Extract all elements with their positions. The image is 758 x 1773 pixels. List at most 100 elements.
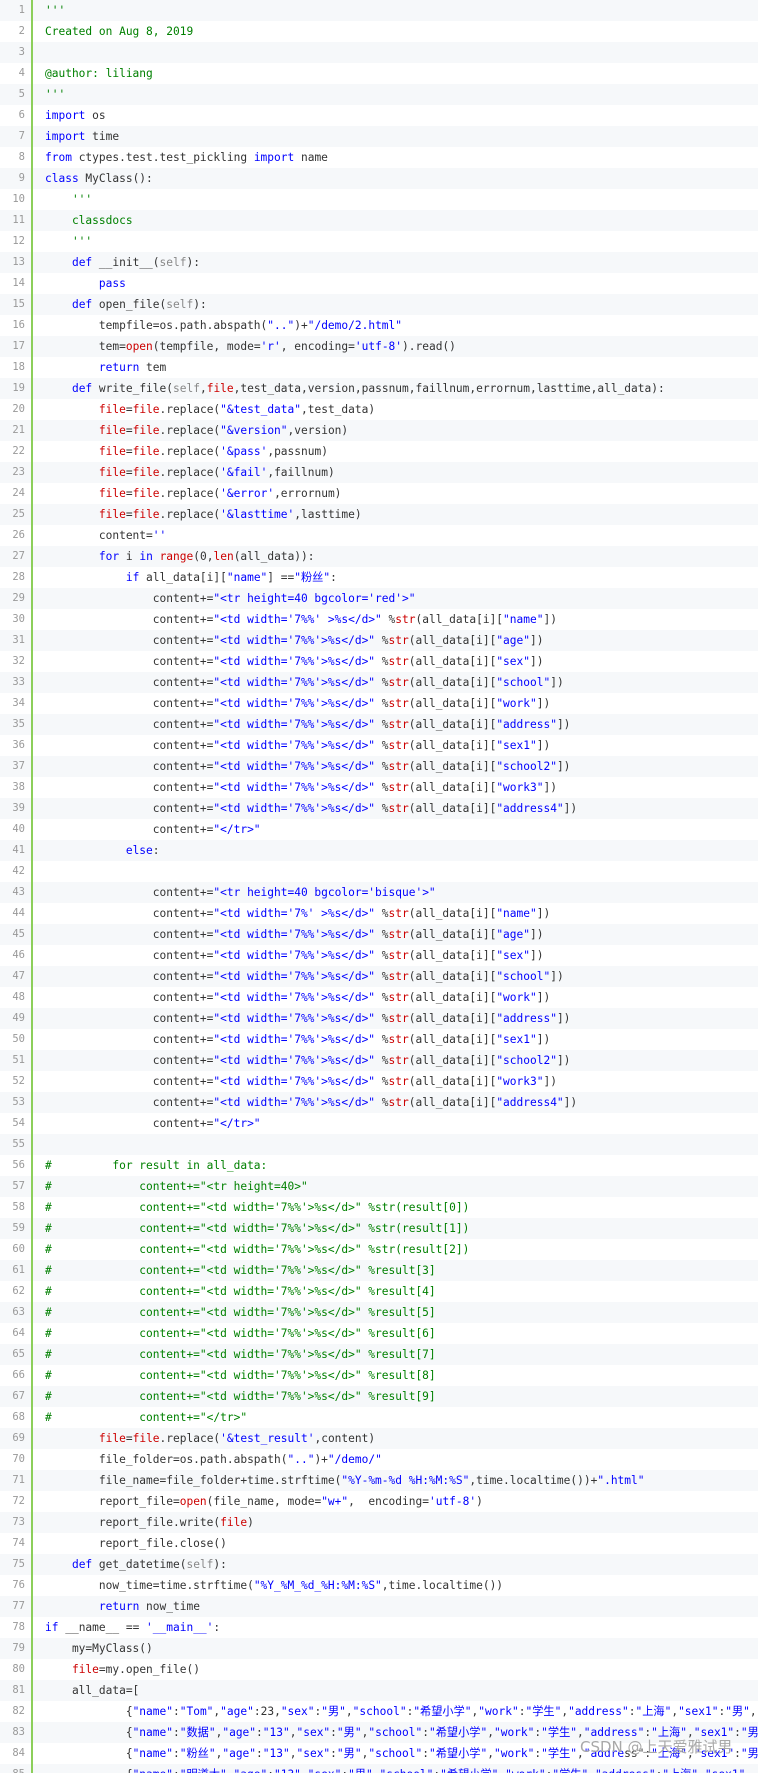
- line-number: 40: [12, 823, 25, 835]
- gutter-divider: [31, 630, 33, 651]
- code-token: # content+="<td width='7%%'>%s</d>" %res…: [45, 1327, 436, 1340]
- gutter-divider: [31, 504, 33, 525]
- code-token: ):: [186, 256, 200, 269]
- code-line: 36 content+="<td width='7%%'>%s</d>" %st…: [0, 735, 758, 756]
- code-token: "school": [368, 1726, 423, 1739]
- code-token: "address4": [496, 1096, 564, 1109]
- code-token: ):: [193, 298, 207, 311]
- code-token: "work": [505, 1768, 545, 1773]
- code-token: %: [375, 781, 389, 794]
- code-token: ]): [536, 907, 551, 920]
- code-token: content+=: [45, 613, 214, 626]
- code-token: ''': [45, 235, 93, 248]
- code-token: "男": [321, 1705, 346, 1718]
- code-token: content+=: [45, 718, 214, 731]
- line-number: 12: [12, 235, 25, 247]
- code-token: "age": [496, 634, 530, 647]
- code-token: # content+="<td width='7%%'>%s</d>" %res…: [45, 1348, 436, 1361]
- code-token: report_file=: [45, 1495, 180, 1508]
- code-text: # content+="<td width='7%%'>%s</d>" %res…: [45, 1323, 436, 1344]
- code-token: ,passnum): [267, 445, 328, 458]
- code-token: "<td width='7%%'>%s</d>": [213, 1096, 376, 1109]
- code-text: # content+="<td width='7%%'>%s</d>" %res…: [45, 1344, 436, 1365]
- gutter-divider: [31, 1155, 33, 1176]
- line-number: 47: [12, 970, 25, 982]
- code-line: 78 if __name__ == '__main__':: [0, 1617, 758, 1638]
- gutter-divider: [31, 1113, 33, 1134]
- code-token: :: [152, 844, 160, 857]
- code-token: ]): [563, 1096, 578, 1109]
- line-number: 29: [12, 592, 25, 604]
- code-token: if: [45, 1621, 59, 1634]
- code-line: 2 Created on Aug 8, 2019: [0, 21, 758, 42]
- code-token: "sex1": [496, 1033, 537, 1046]
- gutter-divider: [31, 1533, 33, 1554]
- code-token: content+=: [45, 655, 214, 668]
- code-token: "<td width='7%%'>%s</d>": [213, 1054, 376, 1067]
- code-token: "school": [496, 676, 551, 689]
- code-token: (all_data[i][: [408, 1012, 497, 1025]
- code-token: %: [375, 697, 389, 710]
- code-token: "13": [262, 1747, 290, 1760]
- code-token: "希望小学": [428, 1726, 488, 1739]
- code-token: (all_data[i][: [408, 928, 497, 941]
- code-token: str: [395, 613, 416, 626]
- gutter-divider: [31, 252, 33, 273]
- code-token: content+=: [45, 970, 214, 983]
- code-line: 33 content+="<td width='7%%'>%s</d>" %st…: [0, 672, 758, 693]
- code-line: 42: [0, 861, 758, 882]
- gutter-divider: [31, 1554, 33, 1575]
- line-number: 67: [12, 1390, 25, 1402]
- code-token: ]): [550, 676, 564, 689]
- code-token: now_time: [139, 1600, 200, 1613]
- gutter-divider: [31, 336, 33, 357]
- code-line: 27 for i in range(0,len(all_data)):: [0, 546, 758, 567]
- code-token: "name": [503, 613, 544, 626]
- code-token: "name": [496, 907, 537, 920]
- code-token: def: [71, 1558, 93, 1571]
- code-token: :: [330, 571, 337, 584]
- code-token: (all_data[i][: [408, 655, 497, 668]
- code-token: str: [388, 655, 409, 668]
- code-token: {: [45, 1768, 133, 1773]
- gutter-divider: [31, 42, 33, 63]
- code-token: "<td width='7%%'>%s</d>": [213, 949, 376, 962]
- code-token: file: [98, 445, 126, 458]
- line-number: 53: [12, 1096, 25, 1108]
- line-number: 39: [12, 802, 25, 814]
- code-line: 23 file=file.replace('&fail',faillnum): [0, 462, 758, 483]
- code-token: os: [85, 109, 106, 122]
- code-token: ,: [588, 1768, 595, 1773]
- code-text: import os: [45, 105, 106, 126]
- code-text: content+="<td width='7%%'>%s</d>" %str(a…: [45, 693, 550, 714]
- code-token: ]): [556, 1012, 571, 1025]
- code-token: %: [375, 970, 389, 983]
- code-line: 4 @author: liliang: [0, 63, 758, 84]
- code-token: '__main__': [146, 1621, 214, 1634]
- code-line: 10 ''': [0, 189, 758, 210]
- gutter-divider: [31, 1659, 33, 1680]
- code-token: "/demo/2.html": [307, 319, 403, 332]
- code-text: # content+="<tr height=40>": [45, 1176, 308, 1197]
- code-token: str: [388, 928, 409, 941]
- line-number: 58: [12, 1201, 25, 1213]
- code-line: 59 # content+="<td width='7%%'>%s</d>" %s…: [0, 1218, 758, 1239]
- code-token: my=MyClass(): [45, 1642, 153, 1655]
- code-token: %: [375, 676, 389, 689]
- code-token: ]): [543, 613, 557, 626]
- code-text: report_file=open(file_name, mode="w+", e…: [45, 1491, 483, 1512]
- code-token: ]): [530, 634, 544, 647]
- line-number: 48: [12, 991, 25, 1003]
- code-token: (all_data[i][: [408, 1075, 497, 1088]
- gutter-divider: [31, 1029, 33, 1050]
- code-token: content+=: [45, 739, 214, 752]
- code-token: "work3": [496, 1075, 544, 1088]
- code-token: ]): [543, 1075, 557, 1088]
- code-token: '&test_result': [220, 1432, 315, 1445]
- code-token: )+: [294, 319, 308, 332]
- code-token: "sex": [308, 1768, 342, 1773]
- code-token: file: [132, 487, 160, 500]
